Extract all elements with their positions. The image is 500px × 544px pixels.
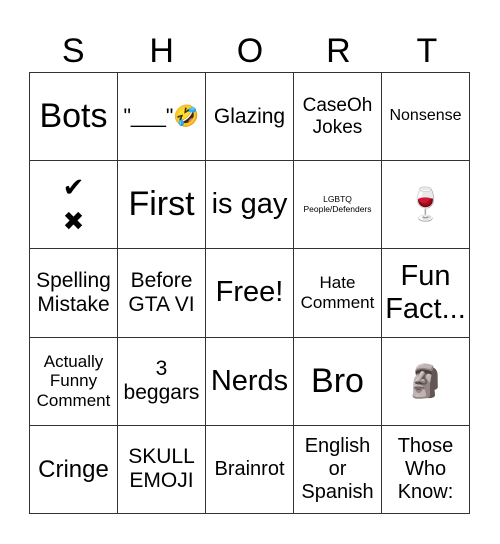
bingo-cell[interactable]: ✔ ✖ — [30, 161, 118, 250]
cell-text: LGBTQ People/Defenders — [303, 194, 372, 214]
cell-text: Spelling Mistake — [36, 268, 111, 316]
cell-text: SKULL EMOJI — [128, 445, 195, 493]
bingo-cell[interactable]: SKULL EMOJI — [118, 425, 206, 514]
cell-text: Nonsense — [389, 107, 462, 125]
cell-text: Glazing — [213, 104, 286, 128]
bingo-cell[interactable]: Nonsense — [382, 73, 470, 162]
bingo-grid: Bots "___"🤣 Glazing CaseOh Jokes Nonsens… — [29, 72, 470, 514]
header-letter-o: O — [236, 32, 264, 70]
header-letter-t: T — [416, 32, 438, 70]
cell-text: 3 beggars — [123, 357, 200, 405]
bingo-header: S H O R T — [29, 30, 471, 72]
cell-text: Nerds — [210, 364, 289, 397]
cell-text: First — [128, 185, 195, 224]
bingo-cell[interactable]: LGBTQ People/Defenders — [294, 161, 382, 250]
bingo-cell[interactable]: 🗿 — [382, 337, 470, 426]
bingo-cell[interactable]: First — [118, 161, 206, 250]
cross-icon: ✖ — [62, 205, 85, 236]
bingo-cell[interactable]: "___"🤣 — [118, 73, 206, 162]
header-letter-r: R — [326, 32, 351, 70]
bingo-cell[interactable]: Nerds — [206, 337, 294, 426]
bingo-cell[interactable]: Brainrot — [206, 425, 294, 514]
bingo-cell[interactable]: CaseOh Jokes — [294, 73, 382, 162]
bingo-cell[interactable]: 3 beggars — [118, 337, 206, 426]
bingo-cell[interactable]: 🍷 — [382, 161, 470, 250]
bingo-cell[interactable]: Actually Funny Comment — [30, 337, 118, 426]
bingo-cell[interactable]: Cringe — [30, 425, 118, 514]
cell-text: Free! — [215, 276, 284, 309]
cell-text: Cringe — [38, 455, 109, 483]
bingo-cell[interactable]: Free! — [206, 249, 294, 338]
cell-text: Hate Comment — [300, 273, 375, 312]
bingo-cell[interactable]: Hate Comment — [294, 249, 382, 338]
cell-text: Bro — [311, 361, 364, 400]
cell-text: CaseOh Jokes — [302, 94, 373, 138]
check-icon: ✔ — [62, 171, 85, 202]
cell-text: is gay — [211, 188, 288, 221]
cell-text: Bots — [39, 97, 108, 136]
cell-text: Fun Fact... — [385, 259, 466, 325]
cell-text: "___"🤣 — [123, 104, 200, 128]
header-letter-h: H — [149, 32, 174, 70]
bingo-cell[interactable]: Glazing — [206, 73, 294, 162]
header-letter-s: S — [61, 32, 85, 70]
cell-text: Before GTA VI — [128, 268, 195, 316]
bingo-cell[interactable]: is gay — [206, 161, 294, 250]
cell-text: Actually Funny Comment — [36, 351, 111, 410]
bingo-cell[interactable]: Spelling Mistake — [30, 249, 118, 338]
cell-text: Brainrot — [214, 457, 285, 480]
bingo-cell[interactable]: Fun Fact... — [382, 249, 470, 338]
bingo-cell[interactable]: English or Spanish — [294, 425, 382, 514]
bingo-cell[interactable]: Bro — [294, 337, 382, 426]
bingo-cell[interactable]: Bots — [30, 73, 118, 162]
cell-text: Those Who Know: — [397, 434, 454, 503]
moai-icon: 🗿 — [405, 362, 446, 399]
wine-glass-icon: 🍷 — [405, 186, 446, 223]
bingo-cell[interactable]: Those Who Know: — [382, 425, 470, 514]
cell-text: English or Spanish — [301, 434, 374, 503]
bingo-cell[interactable]: Before GTA VI — [118, 249, 206, 338]
